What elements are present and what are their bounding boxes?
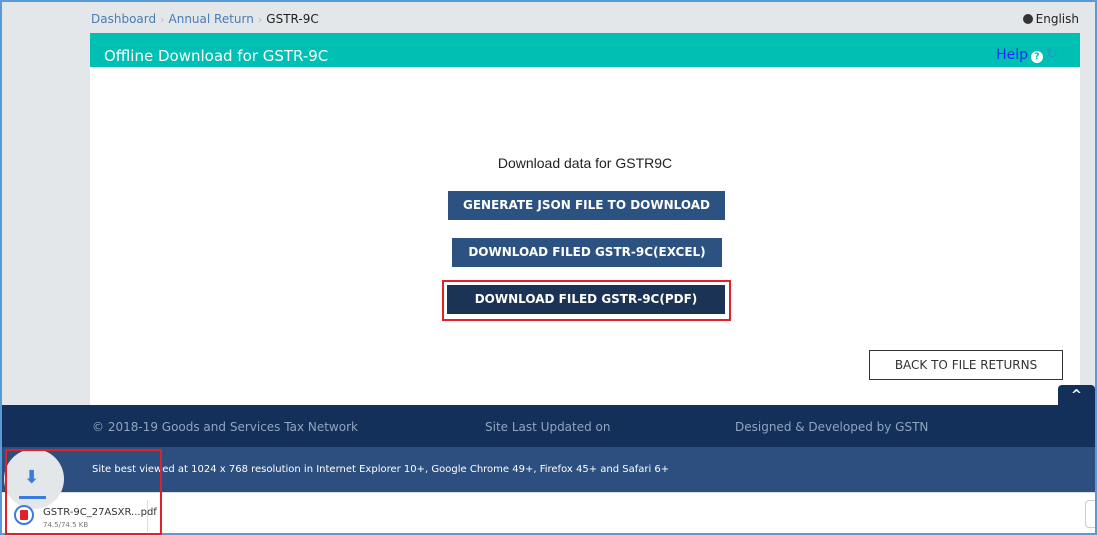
offline-download-card: Offline Download for GSTR-9C Help? ↻ Dow… [90, 33, 1080, 405]
refresh-icon[interactable]: ↻ [1046, 46, 1058, 62]
footer-bottom: Site best viewed at 1024 x 768 resolutio… [2, 447, 1095, 492]
breadcrumb-dashboard[interactable]: Dashboard [91, 12, 156, 26]
help-link[interactable]: Help? [996, 47, 1043, 63]
breadcrumb-annual-return[interactable]: Annual Return [169, 12, 254, 26]
download-title: Download data for GSTR9C [497, 155, 673, 171]
language-selector[interactable]: English [1022, 12, 1079, 26]
footer-last-updated: Site Last Updated on [485, 420, 611, 434]
language-label: English [1035, 12, 1079, 26]
breadcrumb: Dashboard › Annual Return › GSTR-9C [91, 12, 319, 26]
breadcrumb-separator: › [160, 13, 165, 26]
chevron-up-icon: ^ [1071, 388, 1082, 403]
download-pdf-button[interactable]: DOWNLOAD FILED GSTR-9C(PDF) [447, 285, 725, 314]
globe-icon [1022, 14, 1033, 24]
generate-json-button[interactable]: GENERATE JSON FILE TO DOWNLOAD [448, 191, 725, 220]
footer-top: © 2018-19 Goods and Services Tax Network… [2, 405, 1095, 447]
card-header: Offline Download for GSTR-9C Help? ↻ [90, 33, 1080, 67]
breadcrumb-separator: › [257, 13, 263, 26]
highlight-box-download [5, 449, 162, 535]
back-to-file-returns-button[interactable]: BACK TO FILE RETURNS [869, 350, 1063, 380]
footer-copyright: © 2018-19 Goods and Services Tax Network [92, 420, 358, 434]
question-circle-icon: ? [1031, 51, 1043, 63]
footer-best-viewed: Site best viewed at 1024 x 768 resolutio… [92, 464, 670, 475]
download-bar [2, 492, 1095, 533]
breadcrumb-current: GSTR-9C [266, 12, 319, 26]
footer-developed-by: Designed & Developed by GSTN [735, 420, 929, 434]
help-label: Help [996, 47, 1028, 63]
card-title: Offline Download for GSTR-9C [104, 47, 329, 65]
page: Dashboard › Annual Return › GSTR-9C English … [2, 2, 1095, 535]
download-bar-show-all-button[interactable] [1085, 500, 1095, 528]
download-excel-button[interactable]: DOWNLOAD FILED GSTR-9C(EXCEL) [452, 238, 722, 267]
scroll-to-top-button[interactable]: ^ [1058, 385, 1095, 406]
